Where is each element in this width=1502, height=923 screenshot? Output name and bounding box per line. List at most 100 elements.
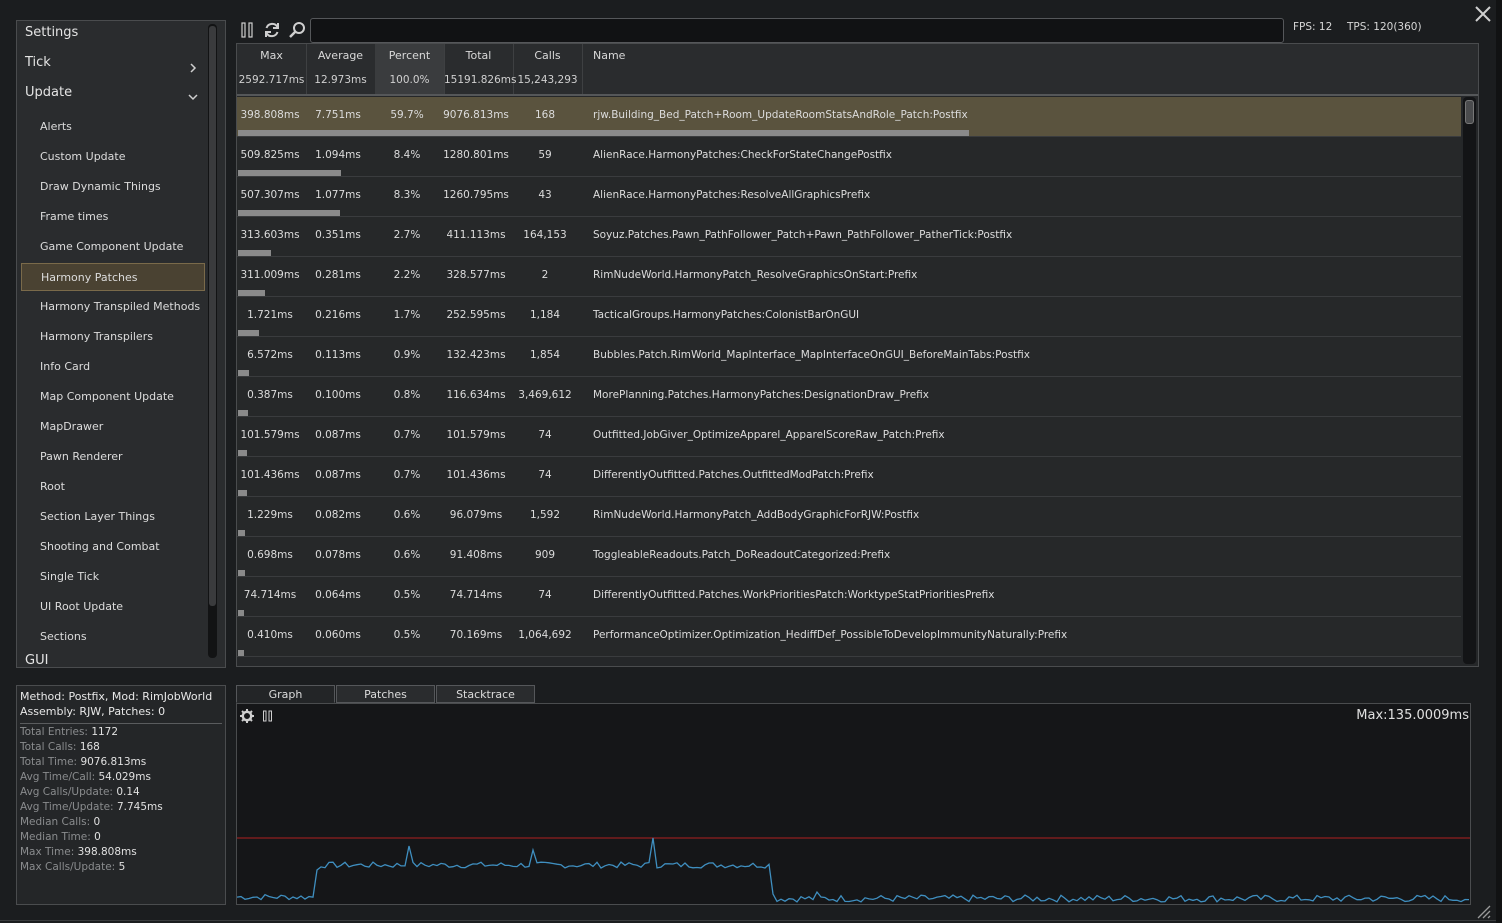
table-row[interactable]: 101.436ms 0.087ms 0.7% 101.436ms 74 Different… <box>237 457 1461 497</box>
sidebar-item-shooting-and-combat[interactable]: Shooting and Combat <box>21 533 205 561</box>
resize-handle-icon[interactable] <box>1474 902 1492 920</box>
fps-readout: FPS: 12 <box>1293 21 1333 33</box>
cell-name: rjw.Building_Bed_Patch+Room_UpdateRoomSt… <box>593 109 968 121</box>
graph-max-label: Max:135.0009ms <box>1356 708 1469 723</box>
table-row[interactable]: 0.410ms 0.060ms 0.5% 70.169ms 1,064,692 Perfo… <box>237 617 1461 657</box>
search-icon[interactable] <box>287 20 307 40</box>
sidebar-item-root[interactable]: Root <box>21 473 205 501</box>
cell-max: 101.579ms <box>240 429 300 441</box>
table-row[interactable]: 1.721ms 0.216ms 1.7% 252.595ms 1,184 Tactical… <box>237 297 1461 337</box>
column-percent[interactable]: Percent 100.0% <box>375 44 445 94</box>
sidebar-scrollbar[interactable] <box>208 24 217 658</box>
sidebar-scroll-thumb[interactable] <box>209 26 216 606</box>
cell-name: RimNudeWorld.HarmonyPatch_ResolveGraphic… <box>593 269 918 281</box>
column-max[interactable]: Max 2592.717ms <box>237 44 307 94</box>
table-row[interactable]: 507.307ms 1.077ms 8.3% 1260.795ms 43 AlienRac… <box>237 177 1461 217</box>
pause-icon[interactable] <box>238 20 258 40</box>
share-bar <box>238 450 247 456</box>
sidebar-header-tick[interactable]: Tick <box>25 55 51 70</box>
cell-name: Bubbles.Patch.RimWorld_MapInterface_MapI… <box>593 349 1030 361</box>
column-summary: 15191.826ms <box>444 74 517 86</box>
sidebar-header-settings[interactable]: Settings <box>25 25 78 40</box>
pause-icon[interactable] <box>261 709 275 723</box>
info-stat: Total Entries: 1172 <box>20 726 118 738</box>
cell-max: 1.229ms <box>247 509 293 521</box>
table-row[interactable]: 311.009ms 0.281ms 2.2% 328.577ms 2 RimNudeWor… <box>237 257 1461 297</box>
sidebar-item-section-layer-things[interactable]: Section Layer Things <box>21 503 205 531</box>
sidebar-item-harmony-transpilers[interactable]: Harmony Transpilers <box>21 323 205 351</box>
cell-pct: 2.2% <box>393 269 421 281</box>
refresh-icon[interactable] <box>262 20 282 40</box>
column-average[interactable]: Average 12.973ms <box>306 44 376 94</box>
cell-name: Soyuz.Patches.Pawn_PathFollower_Patch+Pa… <box>593 229 1013 241</box>
cell-max: 0.698ms <box>247 549 293 561</box>
sidebar-item-game-component-update[interactable]: Game Component Update <box>21 233 205 261</box>
gear-icon[interactable] <box>240 709 254 723</box>
search-input[interactable] <box>310 18 1284 43</box>
column-calls[interactable]: Calls 15,243,293 <box>513 44 583 94</box>
sidebar-item-mapdrawer[interactable]: MapDrawer <box>21 413 205 441</box>
stat-key: Median Calls: <box>20 816 91 828</box>
cell-pct: 0.8% <box>393 389 421 401</box>
sidebar-item-ui-root-update[interactable]: UI Root Update <box>21 593 205 621</box>
sidebar-item-alerts[interactable]: Alerts <box>21 113 205 141</box>
tab-stacktrace[interactable]: Stacktrace <box>436 685 535 703</box>
sidebar-item-draw-dynamic-things[interactable]: Draw Dynamic Things <box>21 173 205 201</box>
table-row[interactable]: 0.698ms 0.078ms 0.6% 91.408ms 909 ToggleableR… <box>237 537 1461 577</box>
method-line: Method: Postfix, Mod: RimJobWorld <box>20 690 213 703</box>
sidebar-item-sections[interactable]: Sections <box>21 623 205 651</box>
cell-pct: 0.7% <box>393 469 421 481</box>
cell-total: 252.595ms <box>446 309 506 321</box>
sidebar-item-single-tick[interactable]: Single Tick <box>21 563 205 591</box>
sidebar-item-frame-times[interactable]: Frame times <box>21 203 205 231</box>
table-row[interactable]: 101.579ms 0.087ms 0.7% 101.579ms 74 Outfitted… <box>237 417 1461 457</box>
stat-value: 7.745ms <box>116 801 163 813</box>
column-title: Percent <box>388 49 431 62</box>
sidebar-header-gui[interactable]: GUI <box>25 653 48 667</box>
sidebar-header-update[interactable]: Update <box>25 85 72 100</box>
tab-graph[interactable]: Graph <box>236 685 335 703</box>
table-scrollbar[interactable] <box>1463 97 1476 664</box>
stat-key: Total Entries: <box>20 726 88 738</box>
table-row[interactable]: 0.387ms 0.100ms 0.8% 116.634ms 3,469,612 More… <box>237 377 1461 417</box>
assembly-line: Assembly: RJW, Patches: 0 <box>20 705 166 718</box>
table-row[interactable]: 74.714ms 0.064ms 0.5% 74.714ms 74 Differently… <box>237 577 1461 617</box>
cell-avg: 0.281ms <box>315 269 361 281</box>
column-total[interactable]: Total 15191.826ms <box>444 44 517 94</box>
cell-max: 101.436ms <box>240 469 300 481</box>
cell-total: 101.436ms <box>446 469 506 481</box>
info-stat: Total Time: 9076.813ms <box>20 756 146 768</box>
chevron-right-icon[interactable] <box>187 62 199 74</box>
cell-pct: 0.7% <box>393 429 421 441</box>
sidebar-item-info-card[interactable]: Info Card <box>21 353 205 381</box>
column-name[interactable]: Name <box>582 44 1478 94</box>
cell-calls: 909 <box>534 549 556 561</box>
sidebar-item-harmony-patches[interactable]: Harmony Patches <box>21 263 205 291</box>
chevron-down-icon[interactable] <box>187 91 199 103</box>
cell-pct: 0.6% <box>393 549 421 561</box>
share-bar <box>238 330 259 336</box>
table-row[interactable]: 398.808ms 7.751ms 59.7% 9076.813ms 168 rjw.Bu… <box>237 97 1461 137</box>
sidebar-item-custom-update[interactable]: Custom Update <box>21 143 205 171</box>
cell-calls: 164,153 <box>523 229 567 241</box>
share-bar <box>238 370 249 376</box>
cell-avg: 0.064ms <box>315 589 361 601</box>
column-title: Name <box>593 49 626 62</box>
tab-patches[interactable]: Patches <box>336 685 435 703</box>
sidebar-item-pawn-renderer[interactable]: Pawn Renderer <box>21 443 205 471</box>
info-stat: Avg Calls/Update: 0.14 <box>20 786 140 798</box>
window-edge <box>1496 0 1502 923</box>
cell-max: 6.572ms <box>247 349 293 361</box>
cell-pct: 8.3% <box>393 189 421 201</box>
table-scroll-thumb[interactable] <box>1465 100 1474 124</box>
sidebar-item-map-component-update[interactable]: Map Component Update <box>21 383 205 411</box>
table-row[interactable]: 6.572ms 0.113ms 0.9% 132.423ms 1,854 Bubbles.… <box>237 337 1461 377</box>
sidebar-item-harmony-transpiled-methods[interactable]: Harmony Transpiled Methods <box>21 293 205 321</box>
cell-total: 101.579ms <box>446 429 506 441</box>
stat-value: 168 <box>79 741 100 753</box>
share-bar <box>238 490 247 496</box>
table-row[interactable]: 1.229ms 0.082ms 0.6% 96.079ms 1,592 RimNudeWo… <box>237 497 1461 537</box>
table-row[interactable]: 509.825ms 1.094ms 8.4% 1280.801ms 59 AlienRac… <box>237 137 1461 177</box>
table-row[interactable]: 313.603ms 0.351ms 2.7% 411.113ms 164,153 Soyu… <box>237 217 1461 257</box>
close-icon[interactable] <box>1472 3 1494 25</box>
